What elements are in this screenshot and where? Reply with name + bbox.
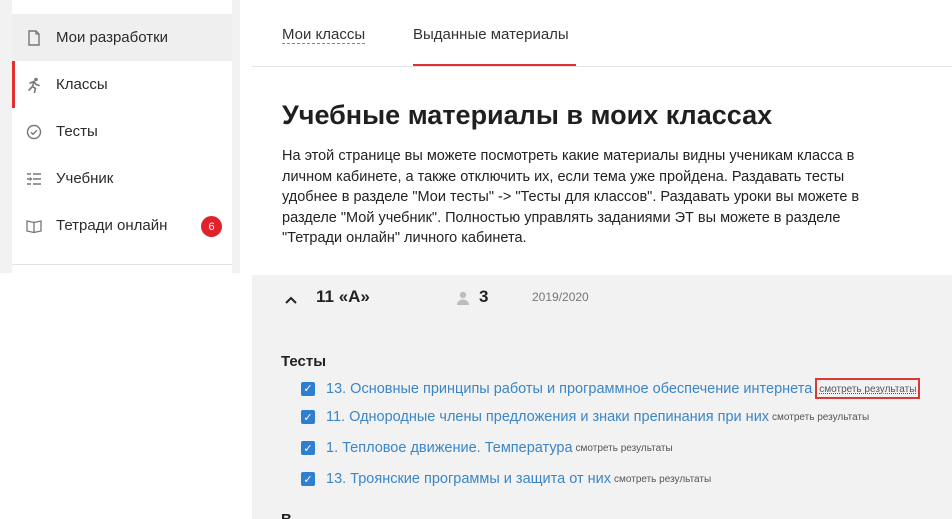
view-results-link[interactable]: смотреть результаты	[614, 474, 711, 485]
test-title-link[interactable]: 13. Троянские программы и защита от них	[326, 471, 611, 487]
sidebar-item-online-notebooks[interactable]: Тетради онлайн 6	[12, 202, 232, 249]
page-title: Учебные материалы в моих классах	[282, 100, 773, 130]
chevron-up-icon[interactable]	[284, 292, 298, 309]
students-count: 3	[479, 287, 489, 306]
school-year: 2019/2020	[532, 290, 589, 304]
tab-issued-materials[interactable]: Выданные материалы	[413, 26, 569, 43]
view-results-link[interactable]: смотреть результаты	[576, 443, 673, 454]
test-title-link[interactable]: 1. Тепловое движение. Температура	[326, 440, 573, 456]
book-icon	[26, 218, 42, 234]
list-icon	[26, 171, 42, 187]
class-header[interactable]: 11 «А» 3 2019/2020	[252, 275, 952, 335]
class-name: 11 «А»	[316, 287, 370, 306]
test-visible-checkbox[interactable]: ✓	[301, 441, 315, 455]
test-row: ✓ 13. Основные принципы работы и програм…	[301, 378, 921, 399]
test-row: ✓ 11. Однородные члены предложения и зна…	[301, 409, 869, 425]
sidebar-divider	[12, 264, 232, 265]
sidebar: Мои разработки Классы Тесты Учебник Тетр…	[0, 0, 240, 273]
main-content: Мои классы Выданные материалы Учебные ма…	[252, 0, 952, 519]
user-icon	[455, 290, 471, 311]
sidebar-item-label: Тетради онлайн	[56, 217, 168, 234]
sidebar-item-my-developments[interactable]: Мои разработки	[12, 14, 232, 61]
sidebar-item-textbook[interactable]: Учебник	[12, 155, 232, 202]
sidebar-item-label: Мои разработки	[56, 29, 169, 46]
test-title-link[interactable]: 13. Основные принципы работы и программн…	[326, 381, 812, 397]
test-title-link[interactable]: 11. Однородные члены предложения и знаки…	[326, 409, 769, 425]
test-row: ✓ 13. Троянские программы и защита от ни…	[301, 471, 711, 487]
next-section-title: В	[281, 511, 292, 519]
sidebar-item-tests[interactable]: Тесты	[12, 108, 232, 155]
page-description: На этой странице вы можете посмотреть ка…	[282, 148, 860, 246]
test-row: ✓ 1. Тепловое движение. Температура смот…	[301, 440, 673, 456]
sidebar-item-classes[interactable]: Классы	[12, 61, 232, 108]
tab-my-classes[interactable]: Мои классы	[282, 26, 366, 44]
class-panel: 11 «А» 3 2019/2020 Тесты ✓ 13. Основные …	[252, 275, 952, 519]
view-results-link[interactable]: смотреть результаты	[815, 378, 921, 399]
check-circle-icon	[26, 124, 42, 140]
sidebar-item-label: Классы	[56, 76, 108, 93]
test-visible-checkbox[interactable]: ✓	[301, 472, 315, 486]
test-visible-checkbox[interactable]: ✓	[301, 410, 315, 424]
active-tab-indicator	[413, 64, 576, 66]
runner-icon	[26, 77, 42, 93]
view-results-link[interactable]: смотреть результаты	[772, 412, 869, 423]
sidebar-menu: Мои разработки Классы Тесты Учебник Тетр…	[12, 0, 232, 273]
tests-section-title: Тесты	[281, 353, 327, 370]
test-visible-checkbox[interactable]: ✓	[301, 381, 315, 396]
document-icon	[26, 29, 42, 46]
sidebar-item-label: Тесты	[56, 123, 98, 140]
tab-bar: Мои классы Выданные материалы	[252, 0, 952, 67]
notification-badge: 6	[201, 216, 222, 237]
sidebar-item-label: Учебник	[56, 170, 114, 187]
